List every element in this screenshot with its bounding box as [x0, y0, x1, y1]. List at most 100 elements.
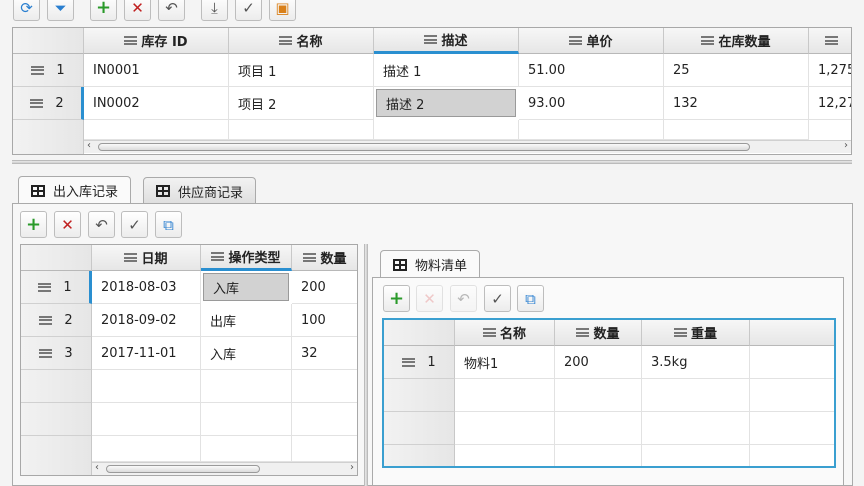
column-header-inventory-id[interactable]: 库存 ID [84, 28, 229, 54]
column-header-unit-price[interactable]: 单价 [519, 28, 664, 54]
table-cell[interactable]: 出库 [201, 304, 292, 337]
delete-material-button[interactable]: ✕ [416, 285, 443, 312]
row-drag-icon [30, 98, 44, 108]
row-header[interactable]: 2 [13, 87, 84, 120]
scrollbar-thumb[interactable] [98, 143, 750, 151]
table-cell[interactable] [750, 346, 834, 379]
scroll-right-icon[interactable]: › [350, 462, 354, 473]
column-menu-icon [211, 252, 225, 261]
add-row-button[interactable]: + [90, 0, 117, 21]
undo-button[interactable]: ↶ [158, 0, 185, 21]
column-header-filler [750, 320, 834, 346]
undo-record-button[interactable]: ↶ [88, 211, 115, 238]
table-cell[interactable]: 2017-11-01 [92, 337, 201, 370]
row-header [384, 379, 455, 412]
column-header-operation-type[interactable]: 操作类型 [201, 245, 292, 271]
table-cell[interactable]: IN0002 [84, 87, 229, 120]
table-cell[interactable]: 93.00 [519, 87, 664, 120]
tab-suppliers[interactable]: 供应商记录 [143, 177, 257, 204]
grid-corner [384, 320, 455, 346]
table-cell[interactable]: 1,275 [809, 54, 851, 87]
delete-row-button[interactable]: ✕ [124, 0, 151, 21]
records-grid[interactable]: 日期 操作类型 数量 1 2018-08-03 入库 200 2 2018-09… [20, 244, 358, 476]
column-menu-icon [576, 328, 590, 337]
table-cell[interactable]: 100 [292, 304, 357, 337]
column-menu-icon [424, 35, 438, 44]
materials-grid[interactable]: 名称 数量 重量 1 物料1 200 3.5kg [382, 318, 836, 468]
download-button[interactable]: ⤓ [201, 0, 228, 21]
validate-record-button[interactable]: ✓ [121, 211, 148, 238]
column-header-material-name[interactable]: 名称 [455, 320, 555, 346]
column-header-material-quantity[interactable]: 数量 [555, 320, 642, 346]
table-cell[interactable]: IN0001 [84, 54, 229, 87]
horizontal-scrollbar[interactable]: ‹ › [84, 140, 851, 153]
table-cell[interactable]: 2018-08-03 [92, 271, 201, 304]
row-drag-icon [38, 282, 52, 292]
add-icon: + [388, 288, 405, 309]
column-header-quantity[interactable]: 数量 [292, 245, 357, 271]
tab-records[interactable]: 出入库记录 [18, 176, 132, 204]
table-cell[interactable]: 2018-09-02 [92, 304, 201, 337]
column-header-weight[interactable]: 重量 [642, 320, 750, 346]
refresh-button[interactable]: ⟳ [13, 0, 40, 21]
row-header[interactable]: 1 [13, 54, 84, 87]
selected-cell[interactable]: 入库 [203, 273, 289, 301]
inventory-grid[interactable]: 库存 ID 名称 描述 单价 在库数量 1 IN0001 项目 1 描述 1 5… [12, 27, 852, 155]
split-pane-divider[interactable] [12, 160, 852, 164]
scroll-right-icon[interactable]: › [844, 140, 848, 151]
column-header-name[interactable]: 名称 [229, 28, 374, 54]
table-cell[interactable]: 25 [664, 54, 809, 87]
column-header-description[interactable]: 描述 [374, 28, 519, 54]
table-cell[interactable]: 32 [292, 337, 357, 370]
undo-material-button[interactable]: ↶ [450, 285, 477, 312]
validate-button[interactable]: ✓ [235, 0, 262, 21]
table-cell[interactable]: 描述 1 [374, 54, 519, 87]
row-header[interactable]: 1 [21, 271, 92, 304]
selected-cell[interactable]: 描述 2 [376, 89, 516, 117]
table-cell[interactable]: 51.00 [519, 54, 664, 87]
empty-cell [750, 412, 834, 445]
tab-materials[interactable]: 物料清单 [380, 250, 481, 278]
empty-cell [519, 120, 664, 140]
table-cell[interactable]: 物料1 [455, 346, 555, 379]
scroll-left-icon[interactable]: ‹ [87, 140, 91, 151]
table-cell[interactable]: 200 [292, 271, 357, 304]
row-header[interactable]: 3 [21, 337, 92, 370]
row-header[interactable]: 1 [384, 346, 455, 379]
row-header [13, 120, 84, 154]
open-external-button[interactable]: ⧉ [517, 285, 544, 312]
table-cell[interactable]: 3.5kg [642, 346, 750, 379]
empty-cell [92, 370, 201, 403]
validate-material-button[interactable]: ✓ [484, 285, 511, 312]
delete-record-button[interactable]: ✕ [54, 211, 81, 238]
undo-icon: ↶ [165, 0, 178, 17]
open-external-button[interactable]: ⧉ [155, 211, 182, 238]
add-material-button[interactable]: + [383, 285, 410, 312]
table-cell[interactable]: 132 [664, 87, 809, 120]
filter-button[interactable]: ⏷ [47, 0, 74, 21]
table-cell[interactable]: 200 [555, 346, 642, 379]
save-button[interactable]: ▣ [269, 0, 296, 21]
table-icon [393, 258, 407, 271]
scroll-left-icon[interactable]: ‹ [95, 462, 99, 473]
column-header-date[interactable]: 日期 [92, 245, 201, 271]
empty-cell [201, 370, 292, 403]
refresh-icon: ⟳ [20, 0, 33, 17]
row-header [384, 412, 455, 445]
scrollbar-thumb[interactable] [106, 465, 260, 473]
horizontal-scrollbar[interactable]: ‹ › [92, 462, 357, 475]
row-header [384, 445, 455, 466]
empty-cell [201, 403, 292, 436]
table-cell[interactable]: 项目 1 [229, 54, 374, 87]
split-pane-divider[interactable] [364, 244, 368, 486]
row-header[interactable]: 2 [21, 304, 92, 337]
table-cell[interactable]: 12,27 [809, 87, 851, 120]
empty-cell [455, 412, 555, 445]
add-record-button[interactable]: + [20, 211, 47, 238]
table-cell[interactable]: 项目 2 [229, 87, 374, 120]
empty-cell [374, 120, 519, 140]
column-menu-icon [279, 36, 293, 45]
column-header-stock-quantity[interactable]: 在库数量 [664, 28, 809, 54]
table-cell[interactable]: 入库 [201, 337, 292, 370]
column-header-total[interactable] [809, 28, 851, 54]
